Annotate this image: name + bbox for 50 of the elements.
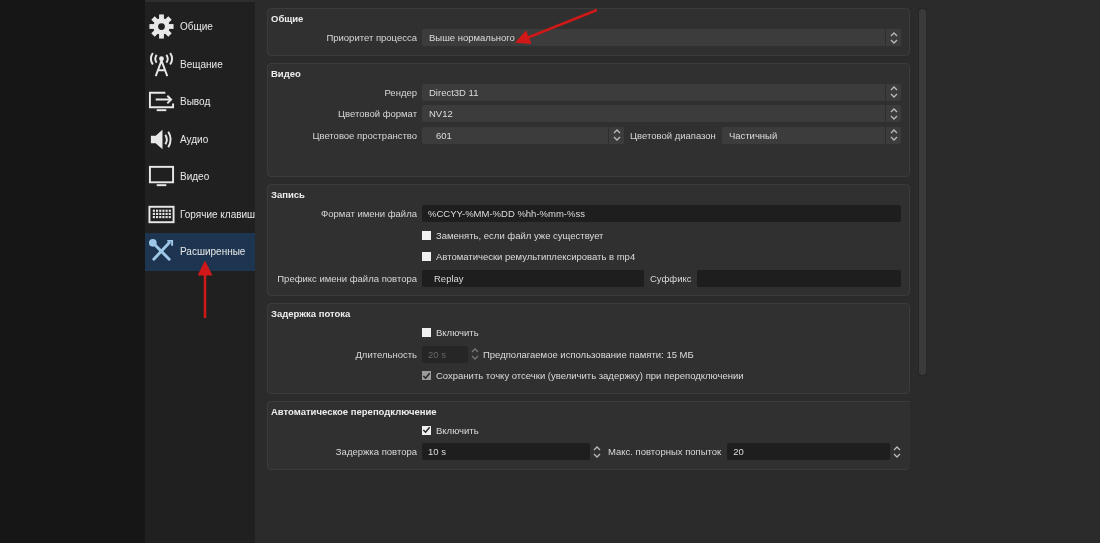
sidebar-item-label: Вывод (180, 96, 211, 108)
sidebar-item[interactable]: Аудио (145, 120, 255, 158)
checkbox-label: Включить (436, 327, 479, 339)
checkbox-label: Включить (436, 424, 479, 436)
checkbox-label: Заменять, если файл уже существует (436, 229, 604, 241)
field-label: Суффикс (649, 272, 693, 284)
group-title: Общие (271, 12, 305, 26)
spin-field[interactable]: 20 (727, 443, 890, 461)
field-label: Задержка повтора (334, 446, 418, 458)
sidebar-item-label: Расширенные (180, 246, 246, 258)
field-label: Макс. повторных попыток (607, 446, 723, 458)
checkbox[interactable] (422, 252, 431, 262)
antenna-icon (148, 50, 175, 78)
group-title: Задержка потока (271, 307, 352, 321)
annotation-arrow (197, 260, 213, 318)
checkbox[interactable] (422, 230, 431, 240)
dropdown[interactable]: Частичный (721, 126, 901, 144)
checkbox[interactable] (422, 328, 431, 338)
group-title: Автоматическое переподключение (271, 404, 438, 419)
sidebar-item[interactable]: Вывод (145, 83, 255, 121)
field-label: Префикс имени файла повтора (276, 272, 418, 284)
field-label: Формат имени файла (320, 208, 418, 220)
field-label: Приоритет процесса (325, 32, 418, 44)
dropdown[interactable]: Direct3D 11 (422, 83, 901, 101)
sidebar-item[interactable]: Вещание (145, 45, 255, 83)
sidebar-item-label: Вещание (180, 58, 223, 70)
sidebar-item[interactable]: Видео (145, 158, 255, 196)
checkbox-label: Автоматически ремультиплексировать в mp4 (436, 251, 636, 263)
field-label: Цветовое пространство (311, 129, 418, 141)
input-field[interactable]: %CCYY-%MM-%DD %hh-%mm-%ss (422, 205, 901, 223)
sidebar-item-label: Горячие клавиш (180, 208, 255, 220)
sidebar-item[interactable]: Общие (145, 8, 255, 46)
group-title: Видео (271, 66, 302, 81)
sidebar-item-label: Аудио (180, 133, 209, 145)
spin-field[interactable]: 10 s (422, 443, 590, 461)
dropdown[interactable]: NV12 (422, 105, 901, 123)
sidebar-item[interactable]: Горячие клавиш (145, 195, 255, 233)
field-label: Цветовой диапазон (629, 129, 717, 141)
gear-icon (148, 13, 175, 41)
field-label: Длительность (354, 348, 418, 360)
checkbox-label: Сохранить точку отсечки (увеличить задержку) при переподключении (436, 370, 744, 382)
checkbox[interactable] (422, 425, 431, 435)
dropdown[interactable]: Выше нормального (422, 29, 901, 47)
group-title: Запись (271, 188, 306, 202)
sidebar-item[interactable]: Расширенные (145, 233, 255, 271)
sidebar-item-label: Видео (180, 171, 210, 183)
field-label: Рендер (383, 86, 418, 98)
sidebar-item-label: Общие (180, 21, 213, 33)
memory-note: Предполагаемое использование памяти: 15 МБ (483, 348, 694, 360)
field-label: Цветовой формат (337, 108, 418, 120)
